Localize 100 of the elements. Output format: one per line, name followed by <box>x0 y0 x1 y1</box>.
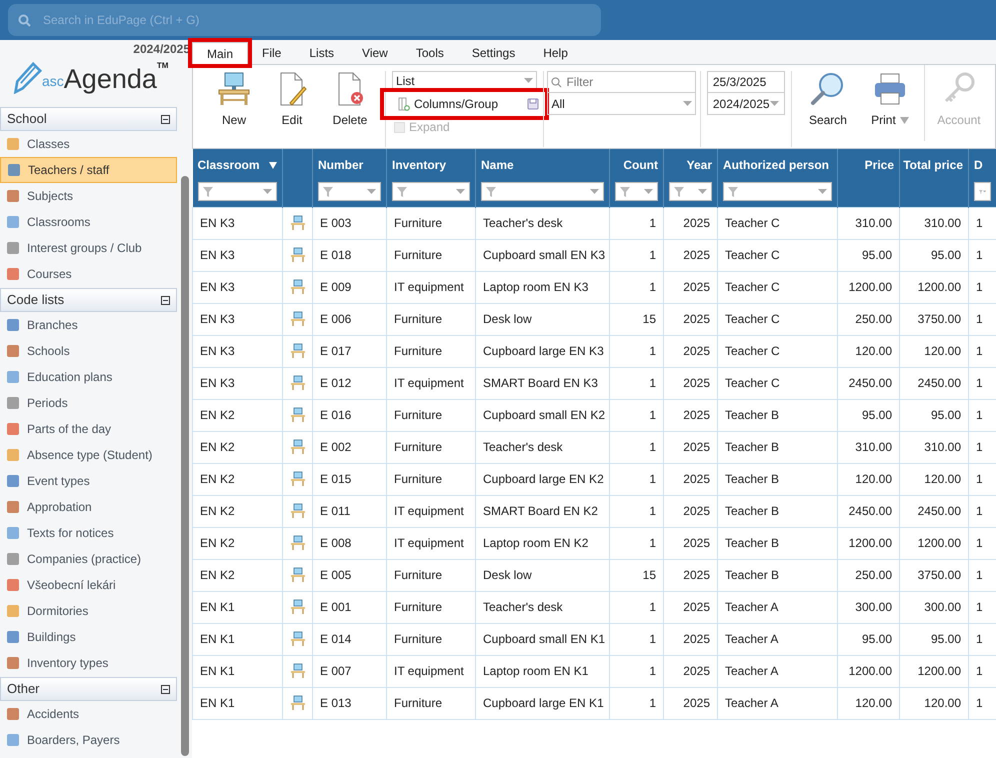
table-cell: Furniture <box>394 248 442 262</box>
sidebar-item[interactable]: Event types <box>0 468 177 494</box>
table-cell: 95.00 <box>862 632 892 646</box>
table-cell: 1 <box>649 280 656 294</box>
table-cell: Teacher's desk <box>483 440 563 454</box>
columns-group-button[interactable]: Columns/Group <box>384 92 544 116</box>
column-filter-dropdown[interactable] <box>481 182 604 201</box>
table-cell: Furniture <box>394 600 442 614</box>
menu-tab[interactable]: View <box>348 42 402 64</box>
column-header[interactable]: Inventory <box>386 149 476 207</box>
desk-icon <box>217 71 251 107</box>
section-header[interactable]: School <box>0 107 177 131</box>
caret-icon <box>698 189 707 194</box>
columns-icon <box>398 97 410 111</box>
table-cell: 95.00 <box>930 632 961 646</box>
menu-tab[interactable]: Lists <box>295 42 348 64</box>
sidebar-item[interactable]: Interest groups / Club <box>0 235 177 261</box>
sidebar-item[interactable]: Subjects <box>0 183 177 209</box>
sidebar-item[interactable]: Approbation <box>0 494 177 520</box>
item-icon <box>5 603 21 619</box>
table-cell: EN K3 <box>200 216 235 230</box>
year-dropdown[interactable]: 2024/2025 <box>706 93 785 115</box>
item-icon <box>5 421 21 437</box>
column-filter-dropdown[interactable] <box>318 182 381 201</box>
table-cell: Cupboard large EN K3 <box>483 344 604 358</box>
sidebar-item[interactable]: Accidents <box>0 701 177 727</box>
table-cell: 1 <box>976 664 983 678</box>
column-header[interactable]: Total price <box>900 149 968 207</box>
search-field[interactable]: Search in EduPage (Ctrl + G) <box>8 4 601 36</box>
table-cell: Teacher A <box>725 664 778 678</box>
column-filter-dropdown[interactable] <box>198 182 277 201</box>
menu-tab[interactable]: Settings <box>458 42 530 64</box>
column-header[interactable]: Price <box>838 149 900 207</box>
table-cell: E 008 <box>320 536 352 550</box>
filter-dropdown[interactable]: All <box>547 93 696 115</box>
sidebar-item[interactable]: Texts for notices <box>0 520 177 546</box>
column-header[interactable]: Name <box>476 149 610 207</box>
desk-icon <box>290 695 306 711</box>
table-cell: EN K1 <box>200 632 235 646</box>
table-cell: 120.00 <box>924 696 961 710</box>
sidebar-item[interactable]: Schools <box>0 338 177 364</box>
table-cell: EN K2 <box>200 504 235 518</box>
sidebar-item[interactable]: Buildings <box>0 624 177 650</box>
caret-icon[interactable] <box>900 116 909 124</box>
view-dropdown[interactable]: List <box>392 71 536 90</box>
date-field[interactable]: 25/3/2025 <box>706 71 785 93</box>
table-cell: 1 <box>649 440 656 454</box>
table-cell: EN K2 <box>200 536 235 550</box>
table-cell: 2025 <box>683 408 710 422</box>
column-header[interactable]: Number <box>312 149 386 207</box>
sidebar-item[interactable]: Inventory types <box>0 650 177 676</box>
table-cell: 1 <box>976 376 983 390</box>
sidebar-item[interactable]: Absence type (Student) <box>0 442 177 468</box>
sidebar-item[interactable]: Education plans <box>0 364 177 390</box>
column-filter-dropdown[interactable] <box>723 182 832 201</box>
item-icon <box>5 343 21 359</box>
column-filter-dropdown[interactable] <box>974 182 991 201</box>
column-header[interactable]: Count <box>610 149 664 207</box>
menu-tab[interactable]: Tools <box>402 42 458 64</box>
section-header[interactable]: Other <box>0 677 177 701</box>
sidebar-item[interactable]: Companies (practice) <box>0 546 177 572</box>
menu-tab[interactable]: Help <box>529 42 582 64</box>
column-filter-dropdown[interactable] <box>392 182 470 201</box>
table-cell: Cupboard large EN K2 <box>483 472 604 486</box>
column-header[interactable]: D <box>968 149 996 207</box>
table-cell: Furniture <box>394 312 442 326</box>
new-button[interactable]: New <box>207 71 261 129</box>
table-cell: 2025 <box>683 376 710 390</box>
sidebar-item[interactable]: Classes <box>0 131 177 157</box>
sidebar-item[interactable]: Boarders, Payers <box>0 727 177 753</box>
sidebar-item[interactable]: Teachers / staff <box>0 157 177 183</box>
sidebar-item[interactable]: Branches <box>0 312 177 338</box>
sidebar-item[interactable]: Classrooms <box>0 209 177 235</box>
table-cell: Teacher A <box>725 600 778 614</box>
caret-icon <box>982 189 986 194</box>
filter-field[interactable]: Filter <box>547 71 696 93</box>
column-filter-dropdown[interactable] <box>669 182 712 201</box>
sidebar-item[interactable]: Všeobecní lekári <box>0 572 177 598</box>
search-button[interactable]: Search <box>800 71 856 141</box>
table-cell: Desk low <box>483 312 532 326</box>
column-header[interactable]: Classroom <box>192 149 282 207</box>
edit-button[interactable]: Edit <box>265 71 319 129</box>
print-button[interactable]: Print <box>862 71 918 141</box>
column-header[interactable]: Year <box>664 149 718 207</box>
item-icon <box>5 732 21 748</box>
table-cell: 1 <box>976 536 983 550</box>
column-filter-dropdown[interactable] <box>615 182 658 201</box>
sidebar-item[interactable]: Periods <box>0 390 177 416</box>
magnifier-icon <box>810 71 846 107</box>
sidebar-item[interactable]: Courses <box>0 261 177 287</box>
sidebar-item[interactable]: Dormitories <box>0 598 177 624</box>
table-cell: Teacher's desk <box>483 600 563 614</box>
table-cell: 1 <box>976 632 983 646</box>
column-header[interactable]: Authorized person <box>718 149 838 207</box>
save-icon[interactable] <box>526 98 538 110</box>
section-header[interactable]: Code lists <box>0 288 177 312</box>
menu-tab[interactable]: File <box>248 42 296 64</box>
sidebar-item[interactable]: Parts of the day <box>0 416 177 442</box>
table-cell: 1 <box>649 376 656 390</box>
delete-button[interactable]: Delete <box>323 71 377 129</box>
